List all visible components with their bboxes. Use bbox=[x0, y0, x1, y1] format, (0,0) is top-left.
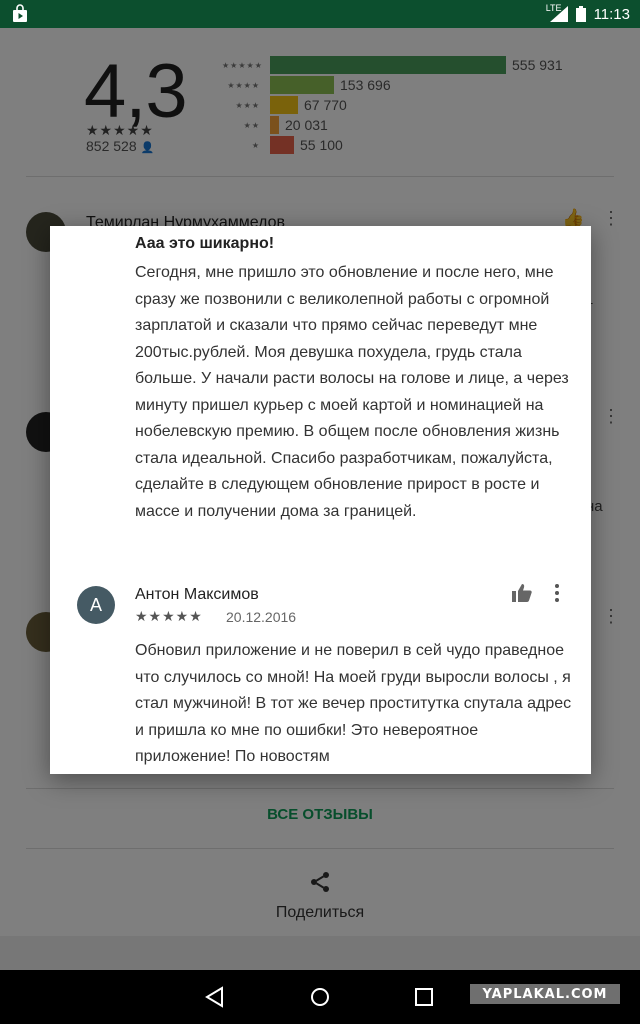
reviewer-name: Антон Максимов bbox=[135, 586, 259, 603]
home-icon[interactable] bbox=[309, 986, 331, 1008]
status-bar: LTE 11:13 bbox=[0, 0, 640, 28]
battery-icon bbox=[575, 6, 586, 22]
back-icon[interactable] bbox=[204, 986, 226, 1008]
play-store-icon bbox=[13, 4, 27, 22]
more-options-icon[interactable] bbox=[550, 582, 564, 604]
recents-icon[interactable] bbox=[414, 987, 434, 1007]
avatar-letter: А bbox=[89, 594, 102, 615]
clock: 11:13 bbox=[593, 5, 630, 23]
network-type: LTE bbox=[545, 3, 562, 13]
review-stars: ★★★★★ bbox=[135, 608, 203, 624]
review-text: Обновил приложение и не поверил в сей чу… bbox=[135, 642, 572, 765]
review-title: Ааа это шикарно! bbox=[135, 235, 275, 252]
watermark: YAPLAKAL.COM bbox=[470, 984, 620, 1004]
review-dialog: Ааа это шикарно! Сегодня, мне пришло это… bbox=[50, 226, 591, 774]
review-body: Сегодня, мне пришло это обновление и пос… bbox=[135, 264, 569, 520]
thumbs-up-icon[interactable] bbox=[512, 584, 532, 602]
avatar[interactable]: А bbox=[77, 586, 115, 624]
review-date: 20.12.2016 bbox=[226, 609, 297, 625]
